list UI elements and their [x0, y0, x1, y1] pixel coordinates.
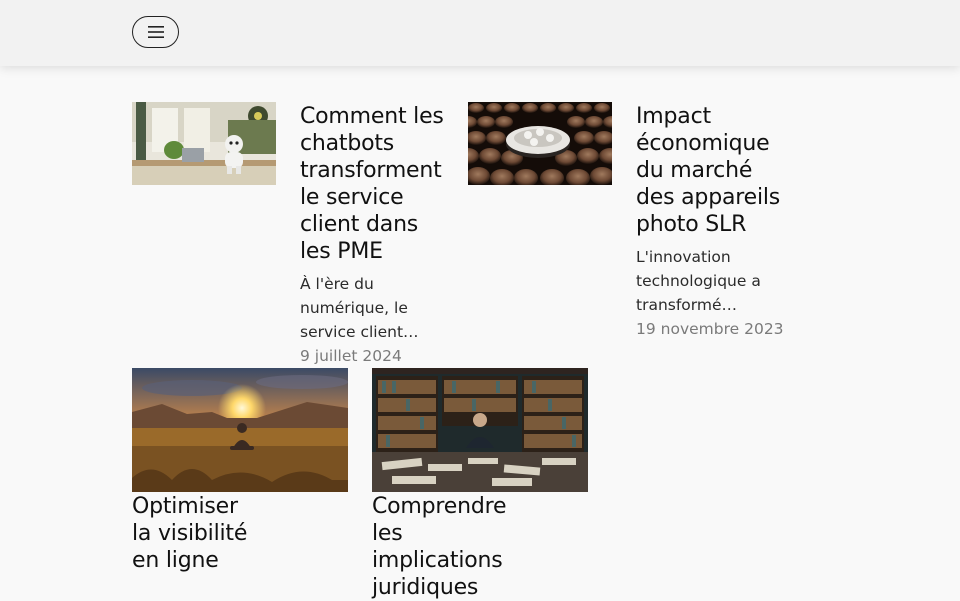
hamburger-menu-icon [147, 26, 164, 38]
article-title[interactable]: Optimiser la visibilité en ligne [132, 493, 252, 574]
article-title[interactable]: Impact économique du marché des appareil… [636, 103, 786, 238]
article-thumbnail[interactable] [372, 368, 588, 492]
article-title[interactable]: Comment les chatbots transforment le ser… [300, 103, 450, 265]
article-thumbnail[interactable] [132, 368, 348, 492]
article-thumbnail[interactable] [132, 102, 276, 185]
menu-button[interactable] [132, 16, 179, 48]
article-title[interactable]: Comprendre les implications juridiques [372, 493, 522, 601]
article-date: 9 juillet 2024 [300, 347, 402, 365]
article-date: 19 novembre 2023 [636, 320, 784, 338]
article-excerpt: L'innovation technologique a transformé… [636, 248, 761, 314]
article-thumbnail[interactable] [468, 102, 612, 185]
top-bar [0, 0, 960, 66]
article-excerpt: À l'ère du numérique, le service client… [300, 275, 419, 341]
